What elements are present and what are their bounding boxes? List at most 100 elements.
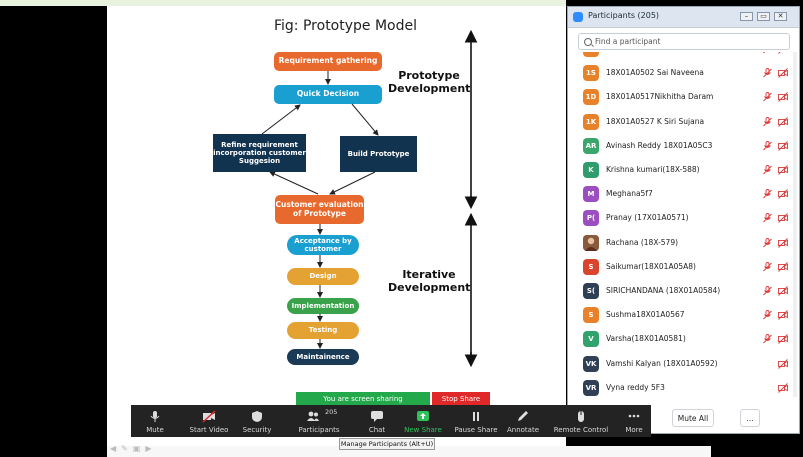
start-video-button[interactable]: Start Video [183,405,235,437]
muted-microphone-icon[interactable] [763,189,772,199]
avatar: 1S [583,65,599,82]
muted-microphone-icon[interactable] [763,310,772,320]
video-off-icon[interactable] [778,68,788,79]
participant-search[interactable] [578,33,790,50]
panel-titlebar[interactable]: Participants (205) – ▭ ✕ [568,7,799,28]
video-off-icon[interactable] [778,165,788,175]
profile-photo-icon [583,234,599,251]
participant-row[interactable]: 1D 18X01A0517Nikhitha Daram [568,86,799,110]
avatar: AR [583,137,599,154]
video-off-icon[interactable] [778,382,788,393]
video-off-icon[interactable] [778,310,788,321]
muted-microphone-icon[interactable] [763,68,772,78]
search-input[interactable] [595,35,785,48]
muted-microphone-icon[interactable] [763,92,772,102]
annotate-button[interactable]: Annotate [503,405,543,437]
participant-name: Vamshi Kalyan (18X01A0592) [606,358,718,368]
muted-microphone-icon[interactable] [763,334,772,344]
participants-icon [307,411,320,421]
new-share-button[interactable]: New Share [401,405,445,437]
participant-name: 18X01A0517Nikhitha Daram [606,92,714,102]
video-off-icon[interactable] [778,92,788,103]
popout-icon[interactable]: ▭ [757,12,770,21]
video-off-icon[interactable] [778,237,788,248]
muted-microphone-icon[interactable] [763,52,772,54]
avatar: S( [583,283,599,299]
panel-title: Participants (205) [588,11,660,20]
video-off-icon[interactable] [778,116,788,127]
video-off-icon[interactable] [778,358,788,369]
participants-button[interactable]: 205 Participants [291,405,347,437]
avatar: VK [583,355,599,372]
video-off-icon[interactable] [778,334,788,345]
mute-button[interactable]: Mute [135,405,175,437]
mute-all-button[interactable]: Mute All [672,409,714,427]
avatar: 1K [583,113,599,130]
participant-row[interactable]: K Krishna kumari(18X-588) [568,159,799,183]
participant-row[interactable]: 1S 18X01A0502 Sai Naveena [568,62,799,86]
participant-name: Meghana5f7 [606,189,653,199]
box-build-prototype: Build Prototype [340,136,417,172]
remote-control-label: Remote Control [553,426,609,434]
minimize-icon[interactable]: – [740,12,753,21]
avatar: M [583,186,599,203]
video-off-icon[interactable] [778,213,788,224]
participant-row[interactable]: VK Vamshi Kalyan (18X01A0592) [568,353,799,377]
participant-row[interactable]: S Sushma18X01A0567 [568,304,799,328]
avatar [583,234,599,251]
more-dots-icon [628,414,640,418]
participant-row[interactable]: 1K 18X01A0527 K Siri Sujana [568,111,799,135]
participant-row[interactable]: M Meghana5f7 [568,183,799,207]
muted-microphone-icon[interactable] [763,116,772,127]
participant-row[interactable]: P(Pranay (17X01A0571) [568,207,799,231]
participant-list-scrollbar[interactable] [793,52,797,397]
video-off-icon[interactable] [778,140,788,151]
participant-row[interactable]: S Saikumar(18X01A05A8) [568,256,799,280]
pause-icon [473,412,479,421]
muted-microphone-icon[interactable] [763,140,772,151]
panel-more-button[interactable]: ... [740,409,760,427]
box-maintainence: Maintainence [287,349,359,365]
label-prototype-development: Prototype Development [388,69,471,96]
participant-list[interactable]: SKSai Sri1S18X01A0502 Sai Naveena1D18X01… [568,52,799,402]
participant-row[interactable]: S( SIRICHANDANA (18X01A0584) [568,280,799,304]
more-label: More [625,426,643,434]
box-acceptance: Acceptance by customer [287,235,359,255]
participant-row[interactable]: AR Avinash Reddy 18X01A05C3 [568,135,799,159]
participant-name: Sai Sri [606,52,630,53]
more-button[interactable]: More [619,405,649,437]
participant-row[interactable]: SK Sai Sri [568,52,799,62]
participant-row[interactable]: Rachana (18X-579) [568,232,799,256]
pause-share-button[interactable]: Pause Share [453,405,499,437]
box-requirement-gathering: Requirement gathering [274,52,382,71]
video-off-icon[interactable] [778,261,788,272]
box-design: Design [287,268,359,285]
chat-button[interactable]: Chat [357,405,397,437]
security-button[interactable]: Security [237,405,277,437]
participant-name: SIRICHANDANA (18X01A0584) [606,286,721,295]
video-off-icon[interactable] [778,286,788,296]
search-icon [584,38,592,46]
avatar: S [583,258,599,275]
slide-title: Fig: Prototype Model [274,18,418,34]
remote-control-button[interactable]: Remote Control [551,405,611,437]
muted-microphone-icon[interactable] [763,261,772,272]
participant-row[interactable]: V Varsha(18X01A0581) [568,328,799,352]
video-off-icon[interactable] [778,52,788,54]
participant-row[interactable]: VR Vyna reddy 5F3 [568,377,799,401]
stop-share-button[interactable]: Stop Share [432,392,490,405]
muted-microphone-icon[interactable] [763,213,772,223]
slide-controls-icons[interactable]: ◀✎▣▶ [110,444,157,453]
participant-name: Krishna kumari(18X-588) [606,165,700,174]
mouse-icon [578,411,584,422]
muted-microphone-icon[interactable] [763,237,772,248]
close-icon[interactable]: ✕ [774,12,787,21]
video-off-icon [202,410,216,423]
muted-microphone-icon[interactable] [763,286,772,296]
avatar: K [583,162,599,178]
participant-name: 18X01A0502 Sai Naveena [606,68,704,78]
avatar: P( [583,210,599,227]
video-off-icon[interactable] [778,189,788,200]
muted-microphone-icon[interactable] [763,165,772,175]
security-label: Security [242,426,272,434]
